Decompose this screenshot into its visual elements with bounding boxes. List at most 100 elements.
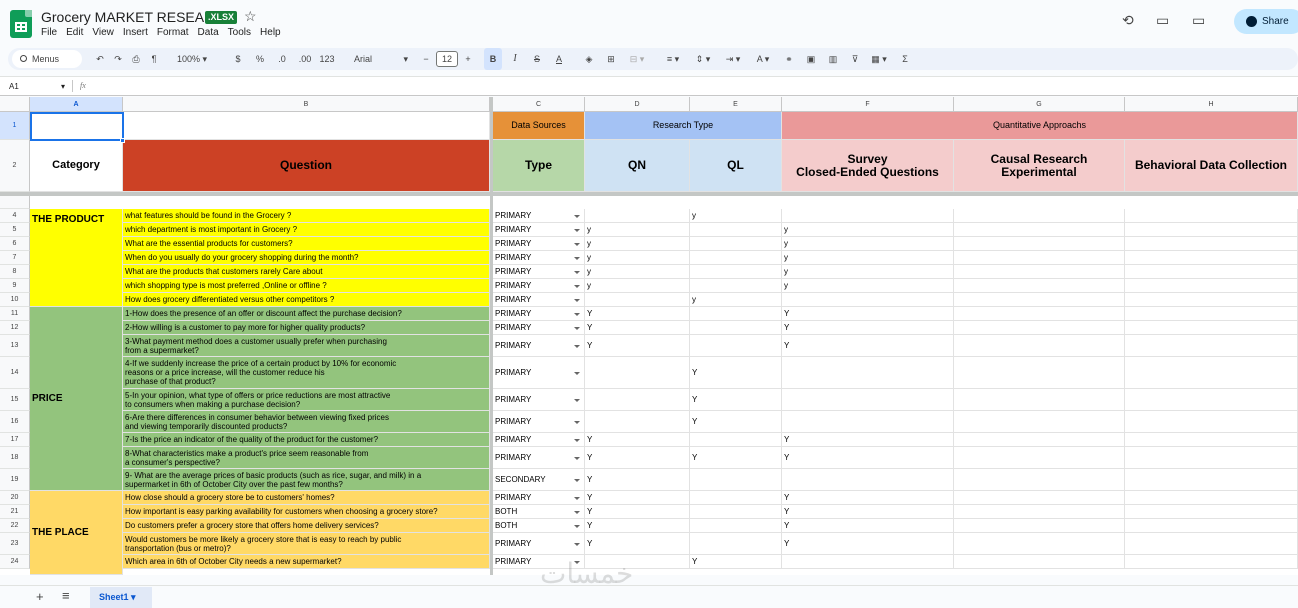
font-size-increase-button[interactable]: + [462,48,474,70]
font-select[interactable]: Arial ▾ [348,48,410,70]
history-icon[interactable]: ⟲ [1122,12,1134,29]
dropdown-arrow-icon[interactable] [574,542,580,546]
survey-cell[interactable]: y [782,237,954,251]
ql-cell[interactable]: y [690,293,782,307]
causal-cell[interactable] [954,447,1125,469]
source-dropdown-cell[interactable]: PRIMARY [493,389,585,411]
column-header-f[interactable]: F [782,97,954,112]
qn-cell[interactable]: y [585,237,690,251]
source-dropdown-cell[interactable]: PRIMARY [493,433,585,447]
question-cell[interactable]: 6-Are there differences in consumer beha… [123,411,490,433]
fill-color-icon[interactable]: ◈ [580,48,598,70]
survey-cell[interactable] [782,469,954,491]
undo-icon[interactable]: ↶ [92,48,108,70]
survey-cell[interactable] [782,389,954,411]
row-header[interactable]: 24 [0,555,30,569]
row-header[interactable]: 4 [0,209,30,223]
qn-cell[interactable]: y [585,265,690,279]
ql-cell[interactable] [690,279,782,293]
source-dropdown-cell[interactable]: PRIMARY [493,237,585,251]
source-dropdown-cell[interactable]: PRIMARY [493,491,585,505]
causal-cell[interactable] [954,335,1125,357]
all-sheets-icon[interactable]: ≡ [62,588,70,603]
row-header[interactable]: 18 [0,447,30,469]
dropdown-arrow-icon[interactable] [574,228,580,232]
behavioral-cell[interactable] [1125,223,1298,237]
question-cell[interactable]: How important is easy parking availabili… [123,505,490,519]
causal-cell[interactable] [954,251,1125,265]
survey-cell[interactable]: Y [782,335,954,357]
ql-cell[interactable] [690,321,782,335]
question-cell[interactable]: 4-If we suddenly increase the price of a… [123,357,490,389]
link-icon[interactable]: ⚭ [780,48,798,70]
source-dropdown-cell[interactable]: PRIMARY [493,321,585,335]
causal-cell[interactable] [954,209,1125,223]
ql-cell[interactable] [690,433,782,447]
behavioral-cell[interactable] [1125,533,1298,555]
dropdown-arrow-icon[interactable] [574,284,580,288]
cell-b1[interactable] [123,112,490,140]
source-dropdown-cell[interactable]: PRIMARY [493,307,585,321]
behavioral-cell[interactable] [1125,237,1298,251]
column-header-d[interactable]: D [585,97,690,112]
row-header[interactable]: 12 [0,321,30,335]
survey-cell[interactable]: Y [782,433,954,447]
ql-cell[interactable] [690,265,782,279]
ql-cell[interactable] [690,519,782,533]
source-dropdown-cell[interactable]: PRIMARY [493,335,585,357]
causal-cell[interactable] [954,279,1125,293]
behavioral-cell[interactable] [1125,411,1298,433]
dropdown-arrow-icon[interactable] [574,438,580,442]
qn-cell[interactable]: Y [585,335,690,357]
row-header[interactable]: 13 [0,335,30,357]
header-ql[interactable]: QL [690,140,782,192]
behavioral-cell[interactable] [1125,433,1298,447]
menu-insert[interactable]: Insert [123,27,148,38]
survey-cell[interactable]: Y [782,307,954,321]
ql-cell[interactable] [690,469,782,491]
survey-cell[interactable]: y [782,279,954,293]
causal-cell[interactable] [954,433,1125,447]
behavioral-cell[interactable] [1125,469,1298,491]
behavioral-cell[interactable] [1125,335,1298,357]
behavioral-cell[interactable] [1125,265,1298,279]
survey-cell[interactable] [782,293,954,307]
causal-cell[interactable] [954,307,1125,321]
borders-icon[interactable]: ⊞ [602,48,620,70]
dropdown-arrow-icon[interactable] [574,312,580,316]
row-header[interactable]: 10 [0,293,30,307]
column-header-h[interactable]: H [1125,97,1298,112]
frozen-rows-divider[interactable] [0,192,1298,196]
behavioral-cell[interactable] [1125,251,1298,265]
qn-cell[interactable] [585,357,690,389]
causal-cell[interactable] [954,469,1125,491]
functions-button[interactable]: Σ [896,48,914,70]
category-the-product[interactable]: THE PRODUCT [30,209,123,307]
text-wrap-icon[interactable]: ⇥ ▾ [720,48,746,70]
menu-view[interactable]: View [92,27,114,38]
text-color-button[interactable]: A [550,48,568,70]
behavioral-cell[interactable] [1125,209,1298,223]
causal-cell[interactable] [954,555,1125,569]
source-dropdown-cell[interactable]: PRIMARY [493,279,585,293]
category-the-place[interactable]: THE PLACE [30,491,123,575]
font-size-decrease-button[interactable]: − [420,48,432,70]
ql-cell[interactable] [690,251,782,265]
dropdown-arrow-icon[interactable] [574,371,580,375]
category-price[interactable]: PRICE [30,307,123,491]
question-cell[interactable]: Would customers be more likely a grocery… [123,533,490,555]
question-cell[interactable]: 8-What characteristics make a product's … [123,447,490,469]
increase-decimal-button[interactable]: .00 [296,48,314,70]
decrease-decimal-button[interactable]: .0 [274,48,290,70]
question-cell[interactable]: Do customers prefer a grocery store that… [123,519,490,533]
source-dropdown-cell[interactable]: PRIMARY [493,251,585,265]
behavioral-cell[interactable] [1125,519,1298,533]
menu-tools[interactable]: Tools [228,27,251,38]
qn-cell[interactable]: Y [585,307,690,321]
source-dropdown-cell[interactable]: PRIMARY [493,357,585,389]
menu-help[interactable]: Help [260,27,281,38]
row-header[interactable]: 7 [0,251,30,265]
question-cell[interactable]: What are the essential products for cust… [123,237,490,251]
source-dropdown-cell[interactable]: PRIMARY [493,411,585,433]
ql-cell[interactable] [690,533,782,555]
